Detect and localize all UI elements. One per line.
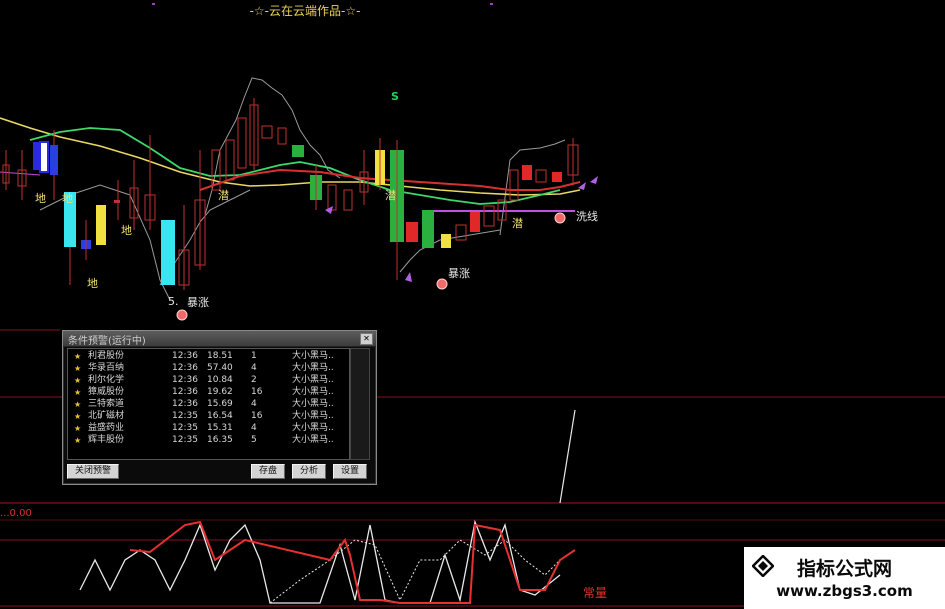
star-icon: ★ (74, 376, 82, 385)
indicator-dotted (269, 539, 561, 604)
list-item[interactable]: ★ 三特索道 12:36 15.69 4 大小黑马.. (68, 399, 348, 410)
star-icon: ★ (74, 352, 82, 361)
label-qian-1: 潜 (218, 189, 229, 202)
list-item[interactable]: ★ 辉丰股份 12:35 16.35 5 大小黑马.. (68, 435, 348, 446)
list-item[interactable]: ★ 利尔化学 12:36 10.84 2 大小黑马.. (68, 375, 348, 386)
label-di-1: 地 (35, 192, 46, 205)
star-icon: ★ (74, 400, 82, 409)
label-di-4: 地 (87, 277, 98, 290)
band-lines (39, 77, 566, 301)
close-alert-button[interactable]: 关闭预警 (67, 464, 119, 479)
list-item[interactable]: ★ 北矿磁材 12:35 16.54 16 大小黑马.. (68, 411, 348, 422)
star-icon: ★ (74, 388, 82, 397)
analyze-button[interactable]: 分析 (292, 464, 326, 479)
list-item[interactable]: ★ 利君股份 12:36 18.51 1 大小黑马.. (68, 351, 348, 362)
volume-label: 常量 (583, 586, 608, 600)
dialog-titlebar[interactable]: 条件预警(运行中) ✕ (63, 331, 376, 347)
settings-button[interactable]: 设置 (333, 464, 367, 479)
star-icon: ★ (74, 412, 82, 421)
chart-title: -☆-云在云端作品-☆- (249, 4, 361, 18)
label-qian-3: 潜 (512, 217, 523, 230)
indicator-white (79, 519, 561, 604)
label-xixian: 洗线 (576, 210, 598, 223)
label-di-3: 地 (121, 224, 132, 237)
list-scrollbar[interactable] (350, 348, 370, 460)
star-icon: ★ (74, 424, 82, 433)
list-item[interactable]: ★ 益盛药业 12:35 15.31 4 大小黑马.. (68, 423, 348, 434)
close-icon[interactable]: ✕ (360, 333, 373, 345)
stock-chart (0, 3, 945, 607)
alert-dialog: 条件预警(运行中) ✕ ★ 利君股份 12:36 18.51 1 大小黑马.. ★ 华录百纳… (62, 330, 377, 485)
buy-signal-s: S (391, 90, 399, 103)
alert-list[interactable]: ★ 利君股份 12:36 18.51 1 大小黑马.. ★ 华录百纳 12:36 57.40 4 大… (67, 348, 350, 460)
label-di-2: 地 (62, 192, 73, 205)
label-baozhang-1: 暴涨 (187, 296, 209, 309)
star-icon: ★ (74, 364, 82, 373)
list-item[interactable]: ★ 獐威股份 12:36 19.62 16 大小黑马.. (68, 387, 348, 398)
star-icon: ★ (74, 436, 82, 445)
ma-yellow (0, 117, 581, 196)
watermark-url: www.zbgs3.com (776, 582, 913, 600)
dialog-title: 条件预警(运行中) (68, 336, 146, 347)
list-item[interactable]: ★ 华录百纳 12:36 57.40 4 大小黑马.. (68, 363, 348, 374)
label-qian-2: 潜 (385, 189, 396, 202)
indicator-label: ...0.00 (0, 508, 32, 519)
volume-spike (559, 409, 576, 504)
label-low-price: 5. (168, 295, 179, 308)
save-button[interactable]: 存盘 (251, 464, 285, 479)
watermark-title: 指标公式网 (796, 558, 892, 580)
watermark: 指标公式网 www.zbgs3.com (744, 547, 945, 609)
label-baozhang-2: 暴涨 (448, 267, 470, 280)
